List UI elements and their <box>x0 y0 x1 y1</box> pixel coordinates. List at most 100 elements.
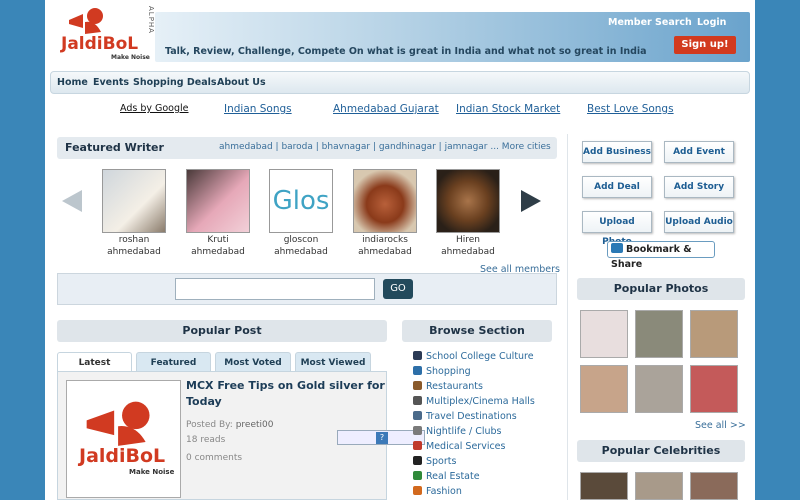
ad-link[interactable]: Indian Songs <box>224 103 292 115</box>
writer-name[interactable]: gloscon <box>269 235 333 245</box>
browse-item[interactable]: Fashion <box>413 486 462 497</box>
upload-audio-button[interactable]: Upload Audio <box>664 211 734 233</box>
search-input[interactable] <box>175 278 375 300</box>
browse-item-label[interactable]: Real Estate <box>426 471 480 482</box>
post-card: JaldiBoL Make Noise MCX Free Tips on Gol… <box>57 371 425 500</box>
photo-thumbnail[interactable] <box>690 365 738 413</box>
celebrity-thumbnail[interactable] <box>580 472 628 500</box>
writer-avatar[interactable] <box>186 169 250 233</box>
photo-thumbnail[interactable] <box>690 310 738 358</box>
add-event-button[interactable]: Add Event <box>664 141 734 163</box>
city-links[interactable]: ahmedabad | baroda | bhavnagar | gandhin… <box>219 142 551 152</box>
writer-avatar[interactable] <box>353 169 417 233</box>
featured-writer-bar: Featured Writer ahmedabad | baroda | bha… <box>57 137 557 159</box>
post-comments[interactable]: 0 comments <box>186 453 242 463</box>
login-link[interactable]: Login <box>697 17 726 28</box>
member-search-link[interactable]: Member Search <box>608 17 692 28</box>
upload-photo-button[interactable]: Upload Photo <box>582 211 652 247</box>
category-icon <box>413 486 422 495</box>
post-reads: 18 reads <box>186 435 226 445</box>
browse-item[interactable]: Real Estate <box>413 471 480 482</box>
writer-card[interactable]: Glos gloscon ahmedabad <box>269 169 333 257</box>
celebrity-thumbnail[interactable] <box>635 472 683 500</box>
photo-thumbnail[interactable] <box>635 365 683 413</box>
site-tagline: Talk, Review, Challenge, Compete On what… <box>165 46 647 57</box>
browse-item-label[interactable]: Nightlife / Clubs <box>426 426 502 437</box>
writer-city: ahmedabad <box>441 247 495 257</box>
browse-item-label[interactable]: Fashion <box>426 486 462 497</box>
photo-thumbnail[interactable] <box>635 310 683 358</box>
browse-item-label[interactable]: Multiplex/Cinema Halls <box>426 396 535 407</box>
browse-item-label[interactable]: Medical Services <box>426 441 505 452</box>
browse-item[interactable]: Travel Destinations <box>413 411 517 422</box>
writer-card[interactable]: Kruti ahmedabad <box>186 169 250 257</box>
browse-item[interactable]: Nightlife / Clubs <box>413 426 502 437</box>
ad-link[interactable]: Best Love Songs <box>587 103 674 115</box>
category-icon <box>413 411 422 420</box>
help-icon[interactable]: ? <box>376 432 388 444</box>
browse-item-label[interactable]: Restaurants <box>426 381 483 392</box>
nav-shopping-deals[interactable]: Shopping Deals <box>133 77 217 88</box>
category-icon <box>413 471 422 480</box>
browse-item[interactable]: Sports <box>413 456 456 467</box>
add-story-button[interactable]: Add Story <box>664 176 734 198</box>
signup-button[interactable]: Sign up! <box>674 36 736 54</box>
browse-item[interactable]: Shopping <box>413 366 471 377</box>
browse-item-label[interactable]: Shopping <box>426 366 471 377</box>
add-deal-button[interactable]: Add Deal <box>582 176 652 198</box>
browse-item[interactable]: School College Culture <box>413 351 534 362</box>
prev-arrow-icon[interactable] <box>62 190 82 212</box>
nav-about-us[interactable]: About Us <box>217 77 266 88</box>
main-nav: Home Events Shopping Deals About Us <box>50 71 750 94</box>
ad-link[interactable]: Ahmedabad Gujarat <box>333 103 439 115</box>
posted-by: Posted By: preeti00 <box>186 420 273 430</box>
add-business-button[interactable]: Add Business <box>582 141 652 163</box>
writer-avatar[interactable]: Glos <box>269 169 333 233</box>
category-icon <box>413 381 422 390</box>
post-author[interactable]: preeti00 <box>236 420 274 430</box>
bookmark-share-button[interactable]: Bookmark & Share <box>607 241 715 270</box>
ads-by-google[interactable]: Ads by Google <box>120 103 189 114</box>
writer-name[interactable]: Kruti <box>186 235 250 245</box>
writer-name[interactable]: Hiren <box>436 235 500 245</box>
nav-events[interactable]: Events <box>93 77 129 88</box>
writer-avatar[interactable] <box>102 169 166 233</box>
ad-link[interactable]: Indian Stock Market <box>456 103 560 115</box>
category-icon <box>413 441 422 450</box>
writer-city: ahmedabad <box>358 247 412 257</box>
post-image[interactable]: JaldiBoL Make Noise <box>66 380 181 498</box>
see-all-photos-link[interactable]: See all >> <box>695 420 746 431</box>
browse-item-label[interactable]: Sports <box>426 456 456 467</box>
writer-card[interactable]: Hiren ahmedabad <box>436 169 500 257</box>
writer-name[interactable]: roshan <box>102 235 166 245</box>
browse-item-label[interactable]: School College Culture <box>426 351 534 362</box>
browse-item[interactable]: Medical Services <box>413 441 505 452</box>
writer-name[interactable]: indiarocks <box>353 235 417 245</box>
photo-thumbnail[interactable] <box>580 365 628 413</box>
nav-home[interactable]: Home <box>57 77 88 88</box>
writer-city: ahmedabad <box>107 247 161 257</box>
browse-item-label[interactable]: Travel Destinations <box>426 411 517 422</box>
writer-avatar[interactable] <box>436 169 500 233</box>
browse-item[interactable]: Restaurants <box>413 381 483 392</box>
rating-widget[interactable]: ? <box>337 430 425 445</box>
go-button[interactable]: GO <box>383 279 413 299</box>
writer-card[interactable]: indiarocks ahmedabad <box>353 169 417 257</box>
posted-by-label: Posted By: <box>186 420 233 430</box>
celebrity-thumbnail[interactable] <box>690 472 738 500</box>
photo-thumbnail[interactable] <box>580 310 628 358</box>
writer-card[interactable]: roshan ahmedabad <box>102 169 166 257</box>
browse-item[interactable]: Multiplex/Cinema Halls <box>413 396 535 407</box>
writer-city: ahmedabad <box>191 247 245 257</box>
header: JaldiBoL Make Noise ALPHA Talk, Review, … <box>45 0 755 70</box>
logo[interactable]: JaldiBoL Make Noise ALPHA <box>53 2 155 66</box>
tab-most-viewed[interactable]: Most Viewed <box>295 352 371 372</box>
tab-featured[interactable]: Featured <box>136 352 211 372</box>
tab-latest[interactable]: Latest <box>57 352 132 372</box>
next-arrow-icon[interactable] <box>521 190 541 212</box>
category-icon <box>413 396 422 405</box>
tab-most-voted[interactable]: Most Voted <box>215 352 291 372</box>
featured-writer-title: Featured Writer <box>65 141 164 154</box>
post-title[interactable]: MCX Free Tips on Gold silver for Today <box>186 378 386 410</box>
popular-photos-title: Popular Photos <box>577 278 745 300</box>
